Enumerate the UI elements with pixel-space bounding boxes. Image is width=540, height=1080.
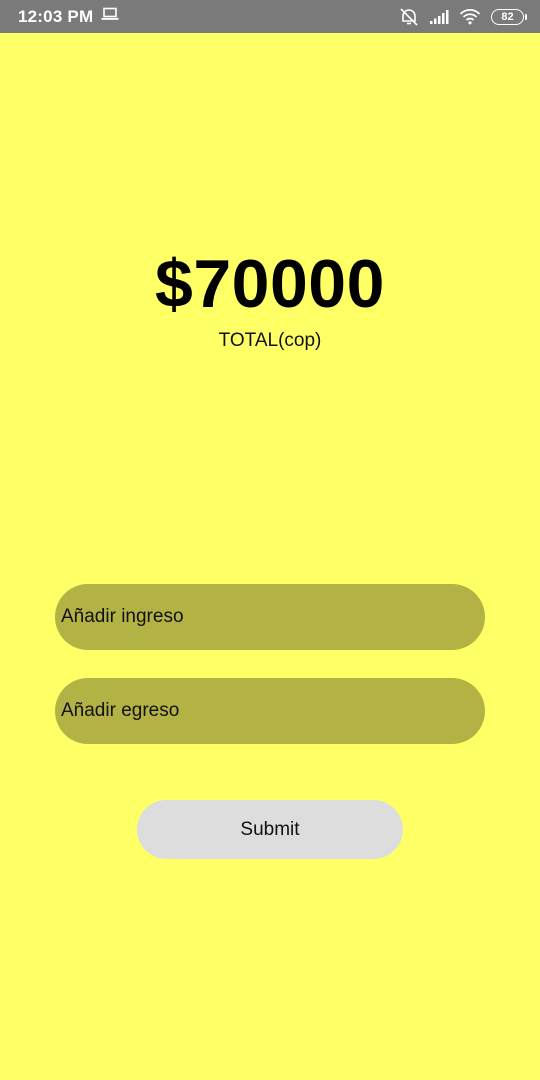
status-bar: 12:03 PM 82: [0, 0, 540, 33]
status-right: 82: [399, 7, 527, 26]
status-left: 12:03 PM: [18, 7, 119, 27]
battery-icon: 82: [491, 8, 527, 25]
laptop-icon: [101, 7, 119, 26]
status-time: 12:03 PM: [18, 6, 94, 26]
expense-field-container: [55, 678, 485, 744]
total-label: TOTAL(cop): [218, 330, 322, 351]
total-amount: $70000: [155, 246, 385, 322]
expense-input[interactable]: [61, 678, 485, 744]
signal-icon: [429, 9, 449, 25]
income-input[interactable]: [61, 584, 485, 650]
alarm-off-icon: [399, 7, 419, 26]
battery-level: 82: [501, 10, 514, 23]
income-field-container: [55, 584, 485, 650]
submit-button[interactable]: Submit: [137, 800, 403, 859]
wifi-icon: [459, 8, 481, 25]
